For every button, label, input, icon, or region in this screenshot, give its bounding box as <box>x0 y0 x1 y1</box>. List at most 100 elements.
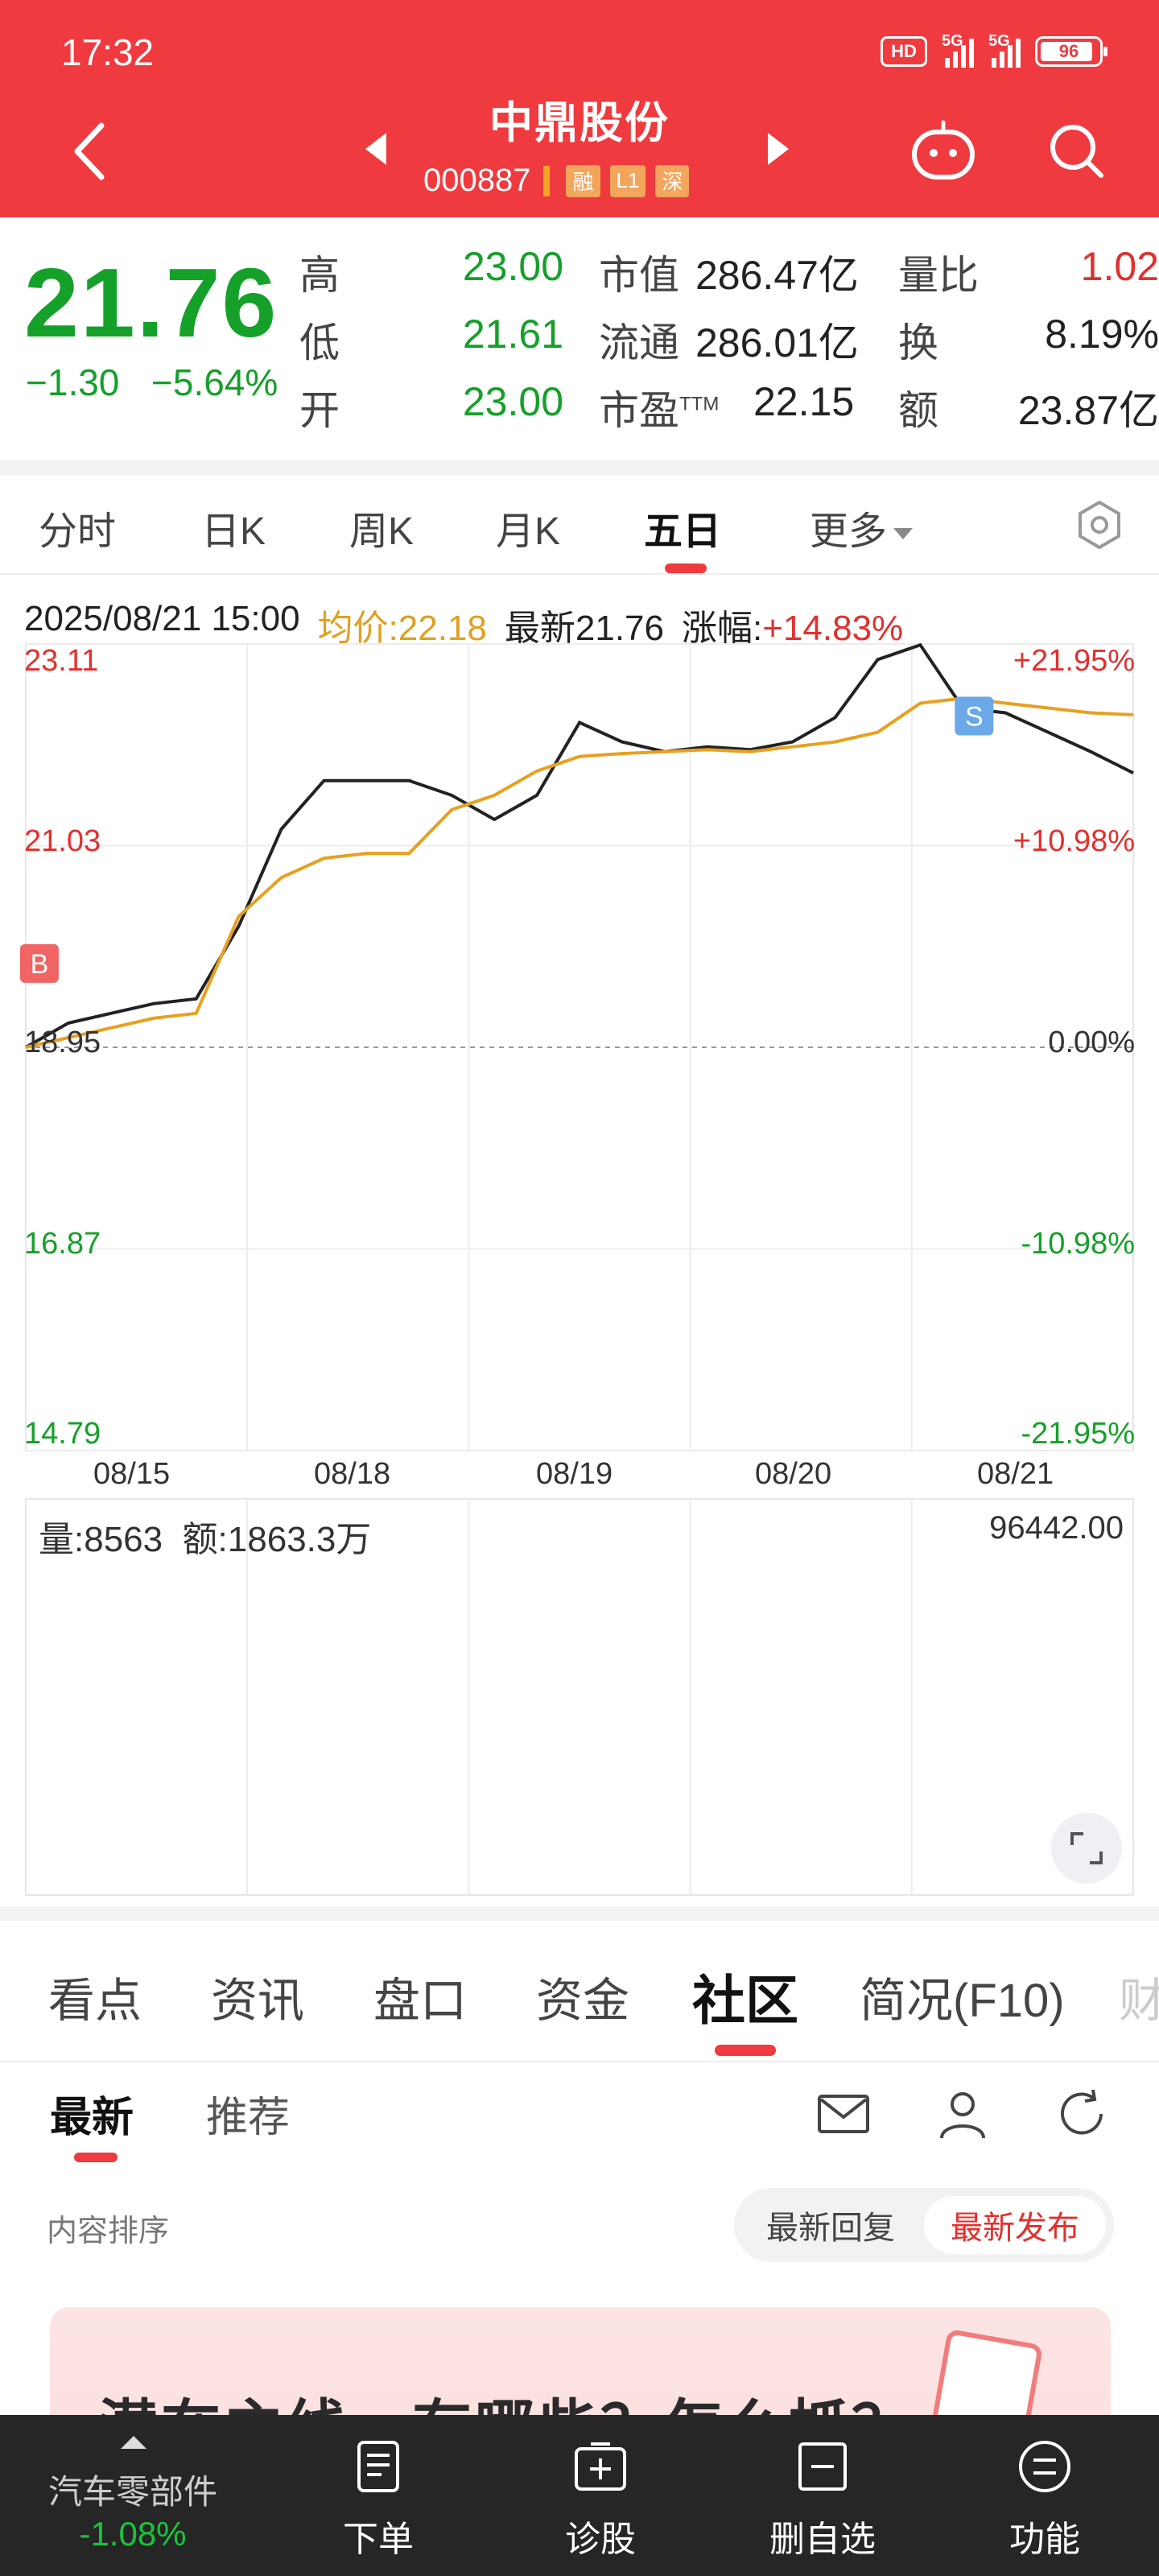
mcap-value: 286.47亿 <box>695 253 859 298</box>
mail-icon[interactable] <box>815 2085 872 2143</box>
order-button[interactable]: 下单 <box>298 2415 459 2576</box>
remove-watchlist-label: 删自选 <box>769 2520 876 2559</box>
tab-profile-f10[interactable]: 简况(F10) <box>860 1963 1065 2030</box>
low-label: 低 <box>299 320 340 365</box>
tag-level: L1 <box>609 164 646 197</box>
active-tab-indicator <box>715 2045 776 2056</box>
tab-five-day[interactable]: 五日 <box>644 499 721 555</box>
stock-name: 中鼎股份 <box>489 99 670 147</box>
menu-circle-icon <box>1019 2441 1070 2492</box>
chevron-down-icon <box>893 528 914 540</box>
tab-community[interactable]: 社区 <box>692 1958 798 2035</box>
buy-marker-label: B <box>31 949 49 980</box>
quote-panel: 21.76 −1.30 −5.64% 高 23.00 低 21.61 开 23.… <box>0 217 1159 460</box>
user-icon[interactable] <box>934 2085 992 2143</box>
chevron-up-icon <box>121 2436 146 2449</box>
volume-ratio-label: 量比 <box>898 253 979 298</box>
sort-latest-post[interactable]: 最新发布 <box>924 2196 1106 2254</box>
mcap-label: 市值 <box>599 253 679 298</box>
stock-code: 000887 <box>423 163 531 198</box>
signal-icon-2: 5G <box>988 32 1021 68</box>
tab-daily-k[interactable]: 日K <box>201 499 266 555</box>
y-tick-right: -21.95% <box>1021 1417 1135 1451</box>
tab-funds[interactable]: 资金 <box>536 1963 629 2030</box>
diagnose-button[interactable]: 诊股 <box>520 2415 681 2576</box>
order-icon <box>357 2441 399 2492</box>
tab-more[interactable]: 更多 <box>810 499 914 555</box>
volume-max: 96442.00 <box>989 1510 1124 1546</box>
y-tick-left: 14.79 <box>24 1417 101 1451</box>
section-divider <box>0 1906 1159 1921</box>
system-icons: HD 5G 5G 96 <box>881 32 1107 71</box>
float-label: 流通 <box>599 320 679 365</box>
turnover-label: 换 <box>898 320 938 365</box>
avg-price-line <box>25 696 1134 1049</box>
bottom-nav: 汽车零部件 -1.08% 下单 诊股 删自选 功能 <box>0 2415 1159 2576</box>
y-tick-right: -10.98% <box>1021 1227 1135 1261</box>
y-tick-right: 0.00% <box>1048 1026 1135 1059</box>
x-tick-label: 08/15 <box>93 1457 171 1491</box>
app-header: 17:32 HD 5G 5G 96 中鼎股份 000887 融 L1 深 <box>0 0 1159 217</box>
expand-icon[interactable] <box>1051 1813 1122 1884</box>
sort-label: 内容排序 <box>47 2215 170 2248</box>
prev-stock-icon[interactable] <box>365 133 386 165</box>
settings-icon[interactable] <box>1074 499 1125 551</box>
remove-watchlist-button[interactable]: 删自选 <box>742 2415 903 2576</box>
period-tabs: 分时 日K 周K 月K 五日 更多 <box>0 475 1159 575</box>
y-tick-left: 23.11 <box>24 644 99 678</box>
minus-box-icon <box>798 2442 847 2491</box>
low-value: 21.61 <box>462 312 563 357</box>
active-subtab-indicator <box>74 2153 118 2162</box>
tab-finance[interactable]: 财 <box>1119 1963 1159 2030</box>
function-button[interactable]: 功能 <box>964 2415 1125 2576</box>
tab-news[interactable]: 资讯 <box>211 1963 304 2030</box>
sector-button[interactable]: 汽车零部件 -1.08% <box>0 2415 266 2576</box>
x-tick-label: 08/20 <box>755 1457 832 1491</box>
tab-recommended[interactable]: 推荐 <box>206 2083 290 2144</box>
info-tabs: 看点 资讯 盘口 资金 社区 简况(F10) 财 <box>0 1921 1159 2062</box>
sell-marker-label: S <box>965 701 984 732</box>
float-value: 286.01亿 <box>695 320 859 365</box>
pe-label: 市盈TTM <box>599 388 720 433</box>
open-label: 开 <box>299 388 340 433</box>
tag-margin: 融 <box>566 164 600 197</box>
tab-latest[interactable]: 最新 <box>50 2083 134 2144</box>
signal-icon: 5G <box>942 32 974 68</box>
code-separator <box>543 165 551 196</box>
sort-toggle: 最新回复 最新发布 <box>734 2188 1114 2262</box>
sort-latest-reply[interactable]: 最新回复 <box>742 2196 919 2254</box>
volume-info: 量:8563 额:1863.3万 <box>39 1520 372 1559</box>
diagnose-icon <box>575 2442 626 2491</box>
tab-intraday[interactable]: 分时 <box>39 499 116 555</box>
pe-value: 22.15 <box>753 379 855 424</box>
sector-name: 汽车零部件 <box>47 2473 217 2511</box>
turnover-value: 8.19% <box>1045 312 1159 357</box>
high-value: 23.00 <box>462 244 563 289</box>
tab-order-book[interactable]: 盘口 <box>373 1963 467 2030</box>
y-tick-left: 18.95 <box>24 1026 101 1059</box>
tab-monthly-k[interactable]: 月K <box>496 499 560 555</box>
amount-value: 23.87亿 <box>1017 388 1159 433</box>
hd-icon: HD <box>881 36 927 67</box>
code-row: 000887 融 L1 深 <box>423 163 690 199</box>
battery-icon: 96 <box>1035 36 1107 67</box>
active-tab-indicator <box>665 564 707 573</box>
refresh-icon[interactable] <box>1053 2085 1111 2143</box>
search-icon[interactable] <box>1046 121 1106 180</box>
y-tick-left: 16.87 <box>24 1227 101 1261</box>
function-label: 功能 <box>1009 2520 1080 2559</box>
tab-weekly-k[interactable]: 周K <box>349 499 414 555</box>
section-divider <box>0 460 1159 475</box>
next-stock-icon[interactable] <box>768 133 789 165</box>
robot-icon[interactable] <box>908 119 979 184</box>
y-tick-right: +10.98% <box>1013 824 1135 858</box>
last-price: 21.76 <box>24 248 278 357</box>
x-tick-label: 08/19 <box>536 1457 613 1491</box>
clock: 17:32 <box>61 31 155 73</box>
volume-ratio-value: 1.02 <box>1080 244 1159 289</box>
price-chart[interactable]: BS <box>0 636 1159 1457</box>
title-area: 中鼎股份 <box>0 87 1159 151</box>
high-label: 高 <box>299 253 340 298</box>
price-change-pct: −5.64% <box>151 361 278 403</box>
tab-highlights[interactable]: 看点 <box>48 1963 142 2030</box>
